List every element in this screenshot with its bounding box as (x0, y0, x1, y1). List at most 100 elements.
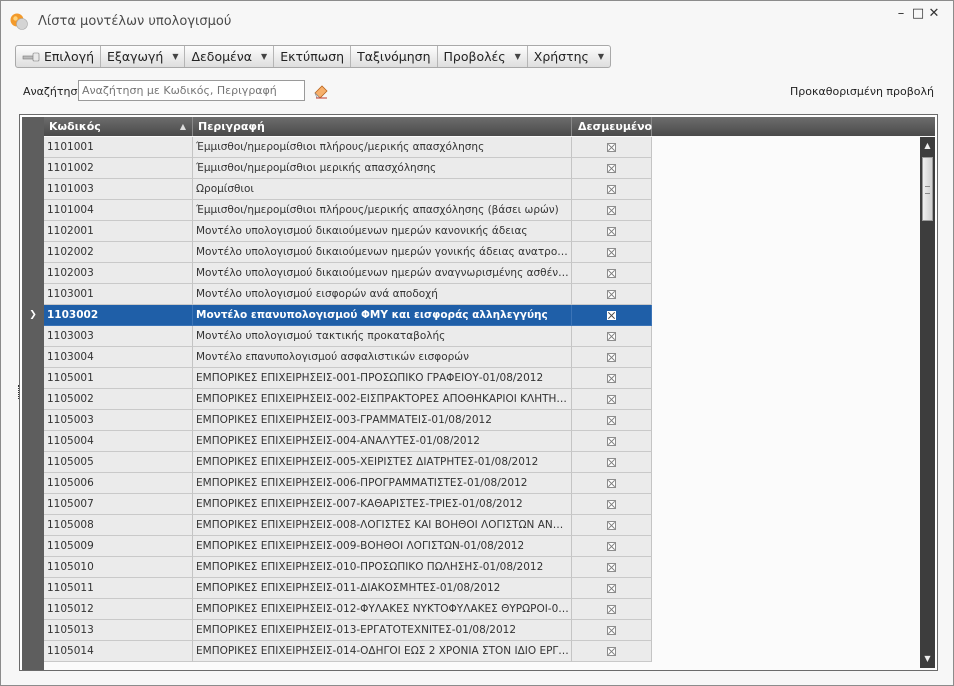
cell-code[interactable]: 1103003 (44, 326, 193, 347)
table-row[interactable]: 1103001 Μοντέλο υπολογισμού εισφορών ανά … (22, 284, 673, 305)
cell-reserved[interactable] (572, 620, 652, 641)
toolbar-button-1[interactable]: Εξαγωγή ▼ (101, 46, 186, 67)
cell-reserved[interactable] (572, 389, 652, 410)
cell-reserved[interactable] (572, 410, 652, 431)
table-row[interactable]: 1105009 ΕΜΠΟΡΙΚΕΣ ΕΠΙΧΕΙΡΗΣΕΙΣ-009-ΒΟΗΘΟΙ… (22, 536, 673, 557)
cell-reserved[interactable] (572, 263, 652, 284)
cell-reserved[interactable] (572, 242, 652, 263)
table-row[interactable]: 1105007 ΕΜΠΟΡΙΚΕΣ ΕΠΙΧΕΙΡΗΣΕΙΣ-007-ΚΑΘΑΡΙ… (22, 494, 673, 515)
cell-code[interactable]: 1103004 (44, 347, 193, 368)
cell-reserved[interactable] (572, 284, 652, 305)
cell-reserved[interactable] (572, 137, 652, 158)
minimize-button[interactable]: – (894, 7, 908, 21)
toolbar-button-5[interactable]: Προβολές ▼ (438, 46, 528, 67)
cell-description[interactable]: ΕΜΠΟΡΙΚΕΣ ΕΠΙΧΕΙΡΗΣΕΙΣ-003-ΓΡΑΜΜΑΤΕΙΣ-01… (193, 410, 572, 431)
table-row[interactable]: 1101003 Ωρομίσθιοι (22, 179, 673, 200)
cell-code[interactable]: 1105003 (44, 410, 193, 431)
cell-description[interactable]: Έμμισθοι/ημερομίσθιοι πλήρους/μερικής απ… (193, 137, 572, 158)
table-row[interactable]: 1105010 ΕΜΠΟΡΙΚΕΣ ΕΠΙΧΕΙΡΗΣΕΙΣ-010-ΠΡΟΣΩΠ… (22, 557, 673, 578)
cell-description[interactable]: ΕΜΠΟΡΙΚΕΣ ΕΠΙΧΕΙΡΗΣΕΙΣ-008-ΛΟΓΙΣΤΕΣ ΚΑΙ … (193, 515, 572, 536)
cell-code[interactable]: 1105001 (44, 368, 193, 389)
cell-reserved[interactable] (572, 431, 652, 452)
cell-description[interactable]: Έμμισθοι/ημερομίσθιοι μερικής απασχόληση… (193, 158, 572, 179)
row-selector[interactable] (22, 158, 44, 179)
cell-code[interactable]: 1105005 (44, 452, 193, 473)
cell-description[interactable]: ΕΜΠΟΡΙΚΕΣ ΕΠΙΧΕΙΡΗΣΕΙΣ-014-ΟΔΗΓΟΙ ΕΩΣ 2 … (193, 641, 572, 662)
row-selector[interactable] (22, 368, 44, 389)
scrollbar-thumb[interactable] (922, 157, 933, 221)
row-selector[interactable] (22, 284, 44, 305)
table-row[interactable]: 1102002 Μοντέλο υπολογισμού δικαιούμενων … (22, 242, 673, 263)
row-selector[interactable] (22, 473, 44, 494)
table-row[interactable]: 1101004 Έμμισθοι/ημερομίσθιοι πλήρους/μερ… (22, 200, 673, 221)
cell-description[interactable]: ΕΜΠΟΡΙΚΕΣ ΕΠΙΧΕΙΡΗΣΕΙΣ-009-ΒΟΗΘΟΙ ΛΟΓΙΣΤ… (193, 536, 572, 557)
cell-code[interactable]: 1101003 (44, 179, 193, 200)
toolbar-button-2[interactable]: Δεδομένα ▼ (185, 46, 275, 67)
table-row[interactable]: 1105005 ΕΜΠΟΡΙΚΕΣ ΕΠΙΧΕΙΡΗΣΕΙΣ-005-ΧΕΙΡΙΣ… (22, 452, 673, 473)
cell-code[interactable]: 1105014 (44, 641, 193, 662)
table-row[interactable]: 1105012 ΕΜΠΟΡΙΚΕΣ ΕΠΙΧΕΙΡΗΣΕΙΣ-012-ΦΥΛΑΚΕ… (22, 599, 673, 620)
cell-code[interactable]: 1101004 (44, 200, 193, 221)
cell-reserved[interactable] (572, 557, 652, 578)
row-selector[interactable] (22, 641, 44, 662)
table-row[interactable]: 1102003 Μοντέλο υπολογισμού δικαιούμενων … (22, 263, 673, 284)
cell-reserved[interactable] (572, 326, 652, 347)
table-row[interactable]: 1105011 ΕΜΠΟΡΙΚΕΣ ΕΠΙΧΕΙΡΗΣΕΙΣ-011-ΔΙΑΚΟΣ… (22, 578, 673, 599)
cell-description[interactable]: Ωρομίσθιοι (193, 179, 572, 200)
table-row[interactable]: 1105001 ΕΜΠΟΡΙΚΕΣ ΕΠΙΧΕΙΡΗΣΕΙΣ-001-ΠΡΟΣΩΠ… (22, 368, 673, 389)
table-row[interactable]: 1103004 Μοντέλο επανυπολογισμού ασφαλιστι… (22, 347, 673, 368)
row-selector[interactable] (22, 515, 44, 536)
cell-reserved[interactable] (572, 221, 652, 242)
scroll-down-arrow-icon[interactable]: ▼ (920, 652, 935, 666)
vertical-scrollbar[interactable]: ▲ ▼ (920, 137, 935, 668)
cell-reserved[interactable] (572, 452, 652, 473)
cell-description[interactable]: ΕΜΠΟΡΙΚΕΣ ΕΠΙΧΕΙΡΗΣΕΙΣ-012-ΦΥΛΑΚΕΣ ΝΥΚΤΟ… (193, 599, 572, 620)
table-row[interactable]: 1101002 Έμμισθοι/ημερομίσθιοι μερικής απα… (22, 158, 673, 179)
cell-description[interactable]: Μοντέλο υπολογισμού δικαιούμενων ημερών … (193, 221, 572, 242)
cell-code[interactable]: 1102003 (44, 263, 193, 284)
cell-description[interactable]: Μοντέλο υπολογισμού δικαιούμενων ημερών … (193, 242, 572, 263)
row-selector[interactable] (22, 263, 44, 284)
cell-description[interactable]: ΕΜΠΟΡΙΚΕΣ ΕΠΙΧΕΙΡΗΣΕΙΣ-010-ΠΡΟΣΩΠΙΚΟ ΠΩΛ… (193, 557, 572, 578)
cell-code[interactable]: 1105008 (44, 515, 193, 536)
cell-description[interactable]: ΕΜΠΟΡΙΚΕΣ ΕΠΙΧΕΙΡΗΣΕΙΣ-005-ΧΕΙΡΙΣΤΕΣ ΔΙΑ… (193, 452, 572, 473)
cell-reserved[interactable] (572, 158, 652, 179)
cell-reserved[interactable] (572, 347, 652, 368)
table-row[interactable]: ❯ 1103002 Μοντέλο επανυπολογισμού ΦΜΥ και … (22, 305, 673, 326)
cell-code[interactable]: 1105002 (44, 389, 193, 410)
row-selector[interactable] (22, 137, 44, 158)
cell-reserved[interactable] (572, 536, 652, 557)
cell-description[interactable]: ΕΜΠΟΡΙΚΕΣ ΕΠΙΧΕΙΡΗΣΕΙΣ-002-ΕΙΣΠΡΑΚΤΟΡΕΣ … (193, 389, 572, 410)
row-selector[interactable] (22, 410, 44, 431)
cell-reserved[interactable] (572, 179, 652, 200)
cell-description[interactable]: ΕΜΠΟΡΙΚΕΣ ΕΠΙΧΕΙΡΗΣΕΙΣ-007-ΚΑΘΑΡΙΣΤΕΣ-ΤΡ… (193, 494, 572, 515)
row-selector[interactable] (22, 431, 44, 452)
close-button[interactable]: ✕ (927, 7, 941, 21)
cell-reserved[interactable] (572, 578, 652, 599)
cell-code[interactable]: 1105006 (44, 473, 193, 494)
row-selector[interactable] (22, 452, 44, 473)
cell-code[interactable]: 1105007 (44, 494, 193, 515)
table-row[interactable]: 1105002 ΕΜΠΟΡΙΚΕΣ ΕΠΙΧΕΙΡΗΣΕΙΣ-002-ΕΙΣΠΡΑ… (22, 389, 673, 410)
table-row[interactable]: 1103003 Μοντέλο υπολογισμού τακτικής προκ… (22, 326, 673, 347)
cell-code[interactable]: 1105010 (44, 557, 193, 578)
cell-code[interactable]: 1105009 (44, 536, 193, 557)
cell-reserved[interactable] (572, 473, 652, 494)
toolbar-button-6[interactable]: Χρήστης ▼ (528, 46, 610, 67)
row-selector[interactable] (22, 221, 44, 242)
search-input[interactable] (78, 80, 305, 101)
cell-code[interactable]: 1105011 (44, 578, 193, 599)
cell-reserved[interactable] (572, 641, 652, 662)
cell-description[interactable]: Μοντέλο υπολογισμού τακτικής προκαταβολή… (193, 326, 572, 347)
maximize-button[interactable]: □ (911, 7, 925, 21)
row-selector[interactable] (22, 326, 44, 347)
toolbar-button-0[interactable]: Επιλογή (16, 46, 102, 67)
cell-description[interactable]: ΕΜΠΟΡΙΚΕΣ ΕΠΙΧΕΙΡΗΣΕΙΣ-004-ΑΝΑΛΥΤΕΣ-01/0… (193, 431, 572, 452)
toolbar-button-4[interactable]: Ταξινόμηση (351, 46, 438, 67)
cell-code[interactable]: 1101001 (44, 137, 193, 158)
cell-code[interactable]: 1102002 (44, 242, 193, 263)
table-row[interactable]: 1105014 ΕΜΠΟΡΙΚΕΣ ΕΠΙΧΕΙΡΗΣΕΙΣ-014-ΟΔΗΓΟΙ… (22, 641, 673, 662)
current-row-indicator-icon[interactable]: ❯ (22, 305, 44, 326)
column-header-description[interactable]: Περιγραφή (193, 117, 572, 136)
table-row[interactable]: 1105004 ΕΜΠΟΡΙΚΕΣ ΕΠΙΧΕΙΡΗΣΕΙΣ-004-ΑΝΑΛΥΤ… (22, 431, 673, 452)
